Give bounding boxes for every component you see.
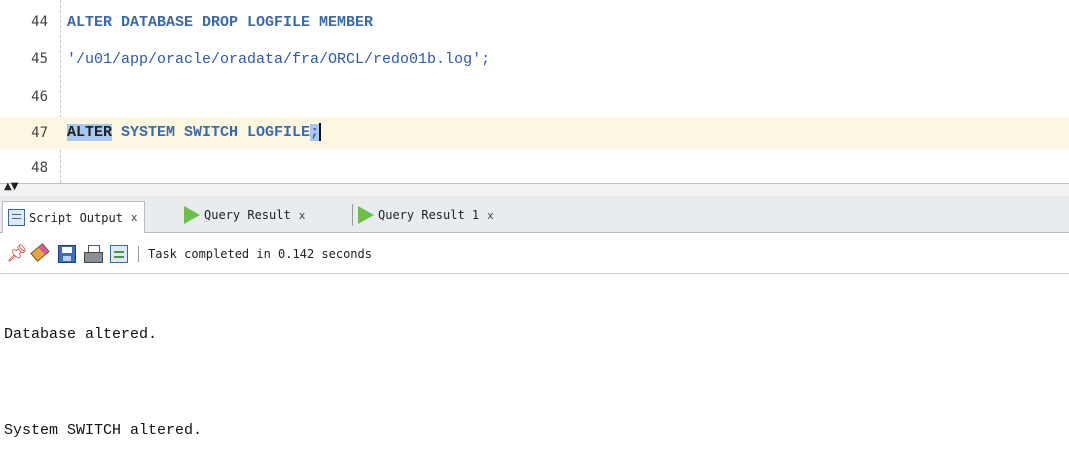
eraser-icon[interactable] (30, 243, 50, 263)
tab-query-result[interactable]: Query Result x (180, 202, 311, 228)
close-icon[interactable]: x (487, 209, 494, 222)
tab-script-output[interactable]: Script Output x (2, 201, 145, 233)
line-number: 45 (31, 51, 48, 67)
print-icon[interactable] (84, 245, 103, 263)
tab-divider (352, 204, 353, 226)
document-icon[interactable] (110, 245, 128, 263)
sql-editor[interactable]: 44 ALTER DATABASE DROP LOGFILE MEMBER 45… (0, 0, 1069, 183)
script-output-panel[interactable]: Database altered. System SWITCH altered. (0, 274, 1069, 468)
tab-query-result-1[interactable]: Query Result 1 x (354, 202, 500, 228)
output-toolbar: 📌︎ Task completed in 0.142 seconds (0, 233, 1069, 274)
output-line: Database altered. (4, 326, 158, 343)
code-rest[interactable]: SYSTEM SWITCH LOGFILE (112, 124, 310, 141)
save-icon[interactable] (58, 245, 76, 263)
code-text[interactable]: ALTER DATABASE DROP LOGFILE MEMBER (67, 9, 373, 36)
code-text[interactable]: ALTER SYSTEM SWITCH LOGFILE; (67, 117, 322, 149)
code-line[interactable]: 45 '/u01/app/oracle/oradata/fra/ORCL/red… (0, 46, 1069, 73)
toolbar-divider (138, 246, 139, 262)
tab-label: Query Result 1 (378, 208, 480, 222)
selected-semicolon[interactable]: ; (310, 124, 320, 141)
close-icon[interactable]: x (299, 209, 306, 222)
close-icon[interactable]: x (131, 211, 138, 224)
code-text[interactable]: '/u01/app/oracle/oradata/fra/ORCL/redo01… (67, 46, 490, 73)
line-number: 44 (31, 14, 48, 30)
script-doc-icon (8, 209, 25, 226)
output-tab-bar: Script Output x Query Result x Query Res… (0, 196, 1069, 233)
code-line[interactable]: 48 (0, 155, 1069, 182)
tab-label: Query Result (204, 208, 291, 222)
play-icon (184, 206, 200, 224)
status-text: Task completed in 0.142 seconds (148, 247, 372, 261)
output-line: System SWITCH altered. (4, 422, 203, 439)
panel-splitter[interactable]: ▲▼ (0, 181, 1069, 196)
expand-collapse-arrows-icon[interactable]: ▲▼ (4, 181, 18, 192)
line-number: 47 (31, 125, 48, 141)
code-line[interactable]: 44 ALTER DATABASE DROP LOGFILE MEMBER (0, 9, 1069, 36)
code-line-current[interactable]: 47 ALTER SYSTEM SWITCH LOGFILE; (0, 117, 1069, 149)
selected-text[interactable]: ALTER (67, 124, 113, 141)
text-caret (319, 123, 322, 142)
line-number: 48 (31, 160, 48, 176)
line-number: 46 (31, 89, 48, 105)
tab-label: Script Output (29, 210, 123, 225)
code-line[interactable]: 46 (0, 84, 1069, 111)
play-icon (358, 206, 374, 224)
pin-icon[interactable]: 📌︎ (6, 245, 28, 263)
